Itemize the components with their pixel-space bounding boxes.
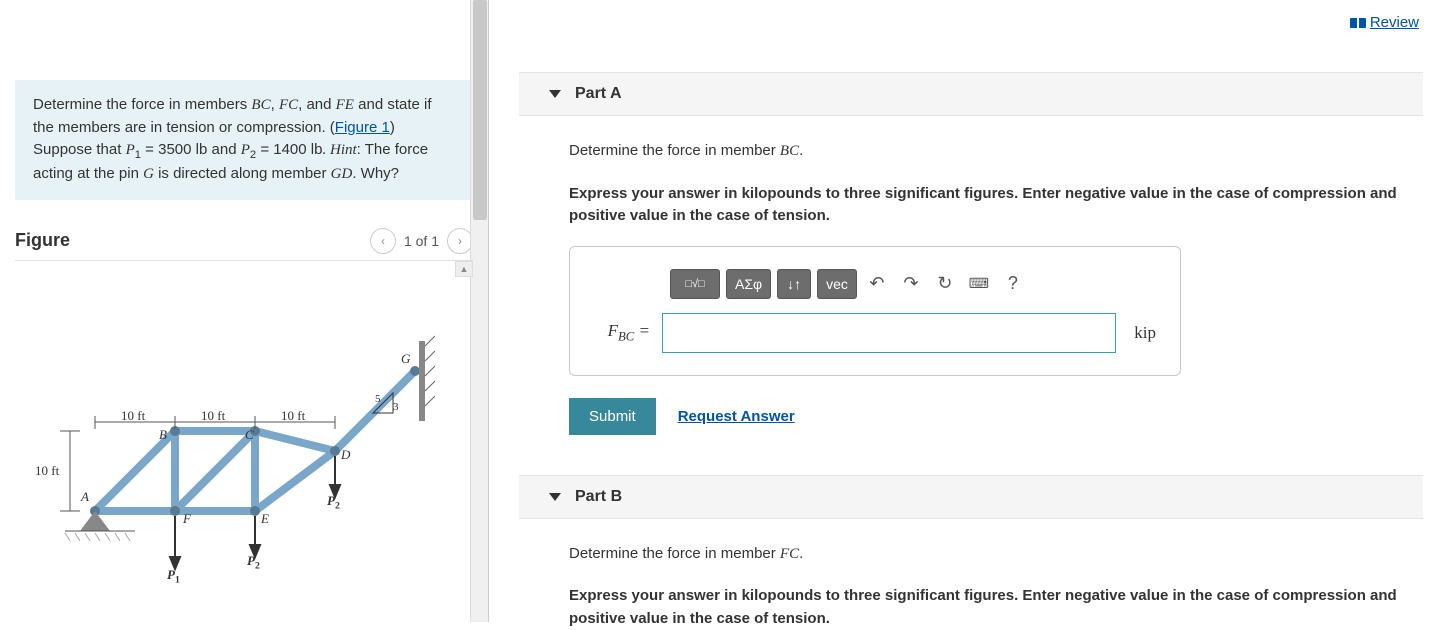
- book-icon: [1350, 18, 1366, 28]
- dim-10ft-1: 10 ft: [121, 408, 145, 424]
- text: Determine the force in member: [569, 545, 780, 562]
- right-pane: Review Part A Determine the force in mem…: [488, 0, 1453, 622]
- text: Determine the force in members: [33, 96, 251, 113]
- submit-button[interactable]: Submit: [569, 398, 656, 435]
- text: = 3500: [141, 141, 196, 158]
- request-answer-link[interactable]: Request Answer: [678, 408, 795, 425]
- part-b-prompt: Determine the force in member FC.: [569, 543, 1423, 566]
- equation-toolbar: □√□ ΑΣφ ↓↑ vec ↶ ↷ ↻ ⌨ ?: [670, 269, 1156, 299]
- review-text: Review: [1370, 14, 1419, 31]
- joint-c: C: [245, 427, 254, 443]
- undo-button[interactable]: ↶: [863, 270, 891, 298]
- scrollbar-thumb[interactable]: [473, 0, 487, 220]
- figure-panel: ▲: [15, 260, 473, 580]
- p1-symbol: P: [126, 142, 135, 158]
- text: = 1400: [256, 141, 311, 158]
- templates-button[interactable]: □√□: [670, 269, 720, 299]
- figure-header: Figure ‹ 1 of 1 ›: [15, 228, 473, 254]
- greek-button[interactable]: ΑΣφ: [726, 269, 771, 299]
- vector-button[interactable]: vec: [817, 269, 857, 299]
- part-a-body: Determine the force in member BC. Expres…: [569, 140, 1423, 435]
- problem-statement: Determine the force in members BC, FC, a…: [15, 80, 473, 200]
- dim-10ft-3: 10 ft: [281, 408, 305, 424]
- pin-g: G: [143, 166, 154, 182]
- p2-symbol: P: [241, 142, 250, 158]
- part-b-instruction: Express your answer in kilopounds to thr…: [569, 585, 1423, 630]
- part-b-body: Determine the force in member FC. Expres…: [569, 543, 1423, 630]
- redo-button[interactable]: ↷: [897, 270, 925, 298]
- part-a-header[interactable]: Part A: [519, 72, 1423, 116]
- answer-input[interactable]: [662, 313, 1116, 353]
- slope-3: 3: [393, 401, 399, 413]
- text: . Why?: [352, 165, 399, 182]
- collapse-icon: [549, 90, 561, 98]
- prev-figure-button[interactable]: ‹: [370, 228, 396, 254]
- part-b-header[interactable]: Part B: [519, 475, 1423, 519]
- answer-box: □√□ ΑΣφ ↓↑ vec ↶ ↷ ↻ ⌨ ? FBC = kip: [569, 246, 1181, 376]
- subsup-button[interactable]: ↓↑: [777, 269, 811, 299]
- truss-figure: 10 ft 10 ft 10 ft 10 ft 5 3 A B C D E F …: [35, 321, 435, 571]
- unit-lb: lb: [196, 141, 208, 158]
- load-p2b: P2: [327, 493, 340, 512]
- figure-pager: ‹ 1 of 1 ›: [370, 228, 473, 254]
- text: , and: [298, 96, 336, 113]
- figure-title: Figure: [15, 230, 70, 251]
- unit-lb: lb: [311, 141, 323, 158]
- joint-a: A: [81, 489, 89, 505]
- review-link[interactable]: Review: [1350, 14, 1419, 31]
- member-bc: BC: [251, 97, 270, 113]
- hint-label: . Hint: [322, 142, 356, 158]
- part-b-section: Part B Determine the force in member FC.…: [519, 475, 1423, 630]
- part-a-title: Part A: [575, 85, 622, 103]
- keyboard-button[interactable]: ⌨: [965, 270, 993, 298]
- answer-row: FBC = kip: [594, 313, 1156, 353]
- joint-f: F: [183, 511, 191, 527]
- figure-link[interactable]: Figure 1: [335, 119, 390, 136]
- help-button[interactable]: ?: [999, 270, 1027, 298]
- text: and: [207, 141, 240, 158]
- figure-scroll-up[interactable]: ▲: [455, 261, 473, 277]
- text: Determine the force in member: [569, 142, 780, 159]
- joint-g: G: [401, 351, 410, 367]
- joint-e: E: [261, 511, 269, 527]
- part-a-section: Part A Determine the force in member BC.…: [519, 72, 1423, 435]
- joint-b: B: [159, 427, 167, 443]
- joint-d: D: [341, 447, 350, 463]
- left-pane: Determine the force in members BC, FC, a…: [0, 0, 488, 622]
- slope-5: 5: [375, 393, 381, 405]
- part-a-prompt: Determine the force in member BC.: [569, 140, 1423, 163]
- pager-text: 1 of 1: [404, 233, 439, 249]
- member-gd: GD: [331, 166, 353, 182]
- dim-10ft-2: 10 ft: [201, 408, 225, 424]
- text: .: [799, 545, 803, 562]
- load-p1: P1: [167, 567, 180, 586]
- text: ,: [271, 96, 279, 113]
- part-b-title: Part B: [575, 488, 622, 506]
- dim-10ft-h: 10 ft: [35, 463, 59, 479]
- part-a-instruction: Express your answer in kilopounds to thr…: [569, 183, 1423, 228]
- reset-button[interactable]: ↻: [931, 270, 959, 298]
- member-fc: FC: [279, 97, 298, 113]
- member-fc: FC: [780, 546, 799, 562]
- text: is directed along member: [154, 165, 331, 182]
- text: .: [799, 142, 803, 159]
- collapse-icon: [549, 493, 561, 501]
- member-bc: BC: [780, 143, 799, 159]
- answer-variable: FBC =: [594, 321, 650, 344]
- member-fe: FE: [336, 97, 354, 113]
- answer-unit: kip: [1134, 323, 1156, 343]
- submit-row: Submit Request Answer: [569, 398, 1423, 435]
- load-p2a: P2: [247, 553, 260, 572]
